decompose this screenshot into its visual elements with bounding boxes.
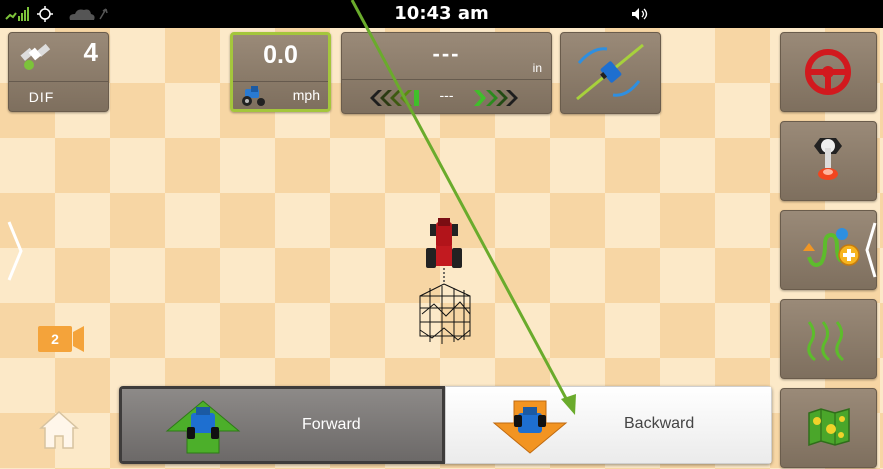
left-expand-handle-icon[interactable] bbox=[5, 220, 25, 282]
guidance-line-icon bbox=[576, 43, 644, 101]
camera-button[interactable]: 2 bbox=[38, 326, 84, 352]
tractor-icon bbox=[242, 86, 265, 106]
speed-unit: mph bbox=[292, 87, 320, 103]
autosteer-button[interactable] bbox=[780, 32, 877, 112]
gps-status-tile[interactable]: 4 DIF bbox=[8, 32, 109, 112]
steering-wheel-icon bbox=[805, 49, 851, 95]
right-collapse-handle-icon bbox=[865, 222, 877, 278]
field-map-button[interactable] bbox=[780, 388, 877, 468]
guidance-pattern-button[interactable] bbox=[780, 299, 877, 379]
home-icon[interactable] bbox=[37, 408, 81, 452]
clock: 10:43 am bbox=[394, 3, 489, 24]
guidance-line-tile[interactable] bbox=[560, 32, 661, 114]
direction-selector[interactable]: Forward Backward bbox=[119, 386, 772, 464]
offset-unit: in bbox=[532, 61, 542, 75]
divider bbox=[233, 81, 328, 82]
speed-value: 0.0 bbox=[263, 41, 298, 69]
field-map-icon bbox=[808, 408, 850, 447]
satellite-icon bbox=[20, 43, 51, 70]
correction-label: DIF bbox=[28, 89, 55, 105]
speed-tile[interactable]: 0.0 mph bbox=[230, 32, 331, 112]
backward-label: Backward bbox=[624, 415, 695, 432]
status-bar: 10:43 am bbox=[0, 0, 883, 28]
guidance-offset-tile[interactable]: --- in --- bbox=[341, 32, 552, 114]
forward-arrow-icon bbox=[165, 400, 241, 454]
divider bbox=[9, 81, 108, 82]
volume-icon bbox=[632, 8, 648, 20]
tractor-implement-graphic bbox=[419, 218, 471, 344]
add-guidance-line-button[interactable] bbox=[780, 210, 877, 290]
steer-right-indicator-icon bbox=[474, 90, 518, 106]
engage-switch-button[interactable] bbox=[780, 121, 877, 201]
camera-number: 2 bbox=[51, 331, 59, 347]
backward-button[interactable]: Backward bbox=[445, 386, 772, 464]
forward-button[interactable]: Forward bbox=[119, 386, 445, 464]
satellite-count: 4 bbox=[83, 37, 98, 67]
divider bbox=[342, 79, 551, 80]
offset-value: --- bbox=[432, 41, 461, 66]
backward-arrow-icon bbox=[492, 400, 568, 454]
add-curve-icon bbox=[803, 228, 860, 267]
curve-pattern-icon bbox=[807, 321, 844, 362]
toggle-switch-icon bbox=[814, 138, 842, 180]
forward-label: Forward bbox=[302, 416, 361, 433]
